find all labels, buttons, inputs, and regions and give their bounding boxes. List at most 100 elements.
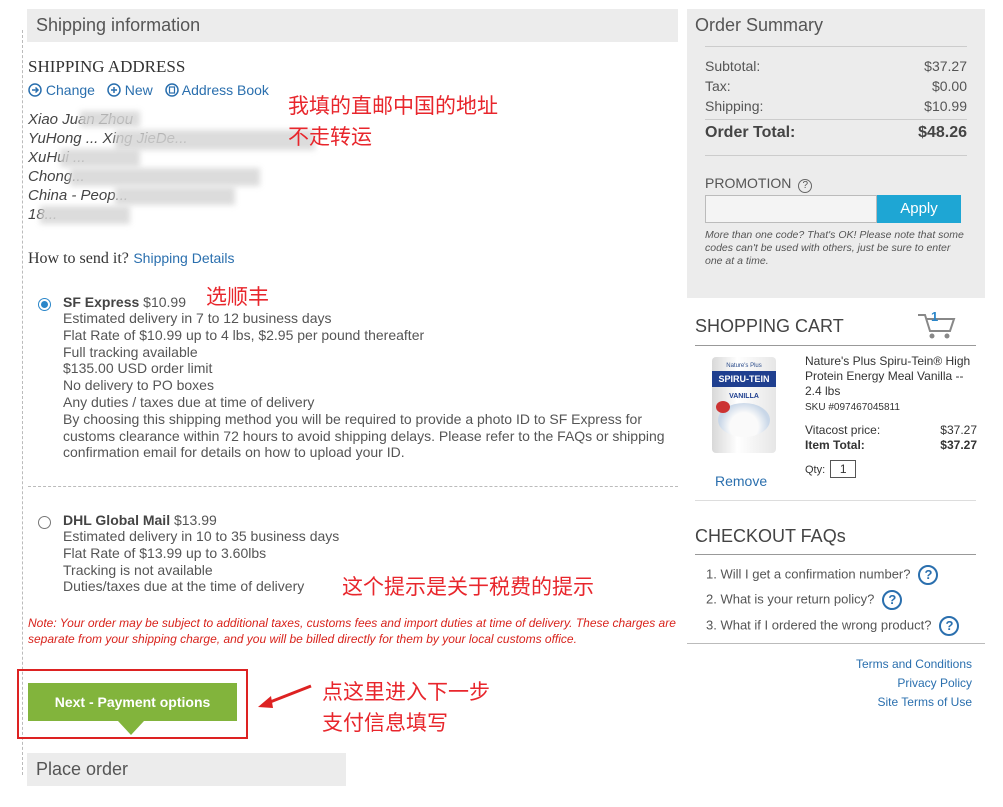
question-icon[interactable]: ? xyxy=(882,590,903,610)
faq-text: 3. What if I ordered the wrong product? xyxy=(706,617,932,633)
privacy-link[interactable]: Privacy Policy xyxy=(897,676,972,690)
shopping-cart-title: SHOPPING CART xyxy=(695,316,844,336)
price-label: Vitacost price: xyxy=(805,423,881,437)
cart-count: 1 xyxy=(931,309,939,324)
dhl-title: DHL Global Mail $13.99 xyxy=(63,512,217,528)
sf-detail-line: $135.00 USD order limit xyxy=(63,360,213,377)
sf-detail-line: No delivery to PO boxes xyxy=(63,377,214,394)
annotation-next-2: 支付信息填写 xyxy=(322,711,448,735)
annotation-tax: 这个提示是关于税费的提示 xyxy=(342,575,594,599)
item-total-value: $37.27 xyxy=(940,438,977,452)
address-line-5: China - Peop... xyxy=(28,187,129,204)
next-button-pointer xyxy=(118,721,144,735)
blur-mask xyxy=(60,149,140,167)
blur-mask xyxy=(70,168,260,186)
blur-mask xyxy=(80,111,140,127)
site-terms-link[interactable]: Site Terms of Use xyxy=(878,695,972,709)
item-total-row: Item Total: $37.27 xyxy=(805,438,977,452)
promotion-row: PROMOTION ? xyxy=(705,175,813,193)
faq-item[interactable]: 3. What if I ordered the wrong product?? xyxy=(706,616,960,636)
dhl-detail-line: Duties/taxes due at the time of delivery xyxy=(63,578,305,595)
change-link[interactable]: Change xyxy=(28,82,99,98)
order-total-value: $48.26 xyxy=(918,124,967,141)
tax-value: $0.00 xyxy=(931,78,967,94)
tax-row: Tax: $0.00 xyxy=(705,78,967,96)
strawberry xyxy=(716,401,730,413)
price-row: Vitacost price: $37.27 xyxy=(805,423,977,437)
qty-label: Qty: xyxy=(805,464,826,476)
subtotal-label: Subtotal: xyxy=(705,58,761,74)
subtotal-value: $37.27 xyxy=(924,58,967,74)
dhl-details: Estimated delivery in 10 to 35 business … xyxy=(63,528,339,595)
product-flavor: VANILLA xyxy=(729,393,759,400)
question-icon[interactable]: ? xyxy=(918,565,939,585)
annotation-choose-sf: 选顺丰 xyxy=(206,285,269,309)
promotion-label: PROMOTION xyxy=(705,175,792,191)
arrow-right-circle-icon xyxy=(28,83,42,97)
shipping-address-title: SHIPPING ADDRESS xyxy=(28,57,186,76)
qty-row: Qty: 1 xyxy=(805,460,857,478)
address-book-link[interactable]: Address Book xyxy=(164,82,269,98)
divider xyxy=(695,345,976,346)
next-payment-button[interactable]: Next - Payment options xyxy=(28,683,237,721)
item-total-label: Item Total: xyxy=(805,438,865,452)
blur-mask xyxy=(40,206,130,224)
faq-item[interactable]: 1. Will I get a confirmation number?? xyxy=(706,565,939,585)
sf-express-name: SF Express xyxy=(63,294,140,310)
sf-detail-line: Flat Rate of $10.99 up to 4 lbs, $2.95 p… xyxy=(63,326,425,343)
sf-express-radio[interactable] xyxy=(38,298,51,311)
product-sku: SKU #097467045811 xyxy=(805,402,900,413)
order-summary-title: Order Summary xyxy=(695,15,824,35)
divider xyxy=(705,46,967,47)
divider xyxy=(705,119,967,120)
sf-detail-line: Any duties / taxes due at time of delive… xyxy=(63,393,315,410)
change-label: Change xyxy=(45,82,95,98)
new-label: New xyxy=(124,82,153,98)
how-to-send-row: How to send it? Shipping Details xyxy=(28,250,235,268)
place-order-header: Place order xyxy=(27,753,346,786)
product-logo: SPIRU-TEIN xyxy=(712,371,776,387)
question-icon[interactable]: ? xyxy=(939,616,960,636)
qty-input[interactable]: 1 xyxy=(830,460,857,478)
dhl-price: $13.99 xyxy=(173,512,217,528)
tax-label: Tax: xyxy=(705,78,731,94)
product-brand: Nature's Plus xyxy=(726,363,762,369)
faqs-title: CHECKOUT FAQs xyxy=(695,526,846,546)
help-icon[interactable]: ? xyxy=(798,179,813,193)
sf-detail-line: By choosing this shipping method you wil… xyxy=(63,410,642,427)
order-total-row: Order Total: $48.26 xyxy=(705,124,967,142)
blur-mask xyxy=(115,130,315,150)
apply-button[interactable]: Apply xyxy=(877,195,961,223)
left-dashed-border xyxy=(22,30,23,775)
blur-mask xyxy=(115,187,235,205)
subtotal-row: Subtotal: $37.27 xyxy=(705,58,967,76)
sf-detail-line: confirmation email for details on how to… xyxy=(63,444,405,461)
sf-detail-line: Full tracking available xyxy=(63,343,198,360)
address-book-label: Address Book xyxy=(181,82,269,98)
annotation-next-1: 点这里进入下一步 xyxy=(322,680,490,704)
customs-note: Note: Your order may be subject to addit… xyxy=(28,616,676,646)
sf-express-price: $10.99 xyxy=(143,294,186,310)
plus-circle-icon xyxy=(107,83,121,97)
dhl-name: DHL Global Mail xyxy=(63,512,171,528)
dhl-radio[interactable] xyxy=(38,516,51,529)
new-link[interactable]: New xyxy=(107,82,157,98)
remove-label: Remove xyxy=(715,473,768,489)
annotation-address-2: 不走转运 xyxy=(288,125,372,149)
shipping-details-link[interactable]: Shipping Details xyxy=(133,250,234,266)
address-actions: Change New Address Book xyxy=(28,82,269,98)
red-arrow-icon xyxy=(258,684,312,708)
promo-note: More than one code? That's OK! Please no… xyxy=(705,229,964,267)
terms-link[interactable]: Terms and Conditions xyxy=(856,657,972,671)
faq-text: 1. Will I get a confirmation number? xyxy=(706,566,911,582)
shipping-value: $10.99 xyxy=(924,98,967,114)
product-name[interactable]: Nature's Plus Spiru-Tein® High Protein E… xyxy=(805,354,977,399)
dhl-detail-line: Flat Rate of $13.99 up to 3.60lbs xyxy=(63,544,267,561)
address-book-icon xyxy=(164,83,179,97)
order-total-label: Order Total: xyxy=(705,124,796,141)
promotion-input[interactable] xyxy=(705,195,877,223)
sf-express-details: Estimated delivery in 7 to 12 business d… xyxy=(63,310,665,461)
product-image[interactable]: Nature's Plus SPIRU-TEIN VANILLA xyxy=(712,357,776,453)
faq-item[interactable]: 2. What is your return policy?? xyxy=(706,590,903,610)
remove-link[interactable]: Remove xyxy=(715,473,767,489)
